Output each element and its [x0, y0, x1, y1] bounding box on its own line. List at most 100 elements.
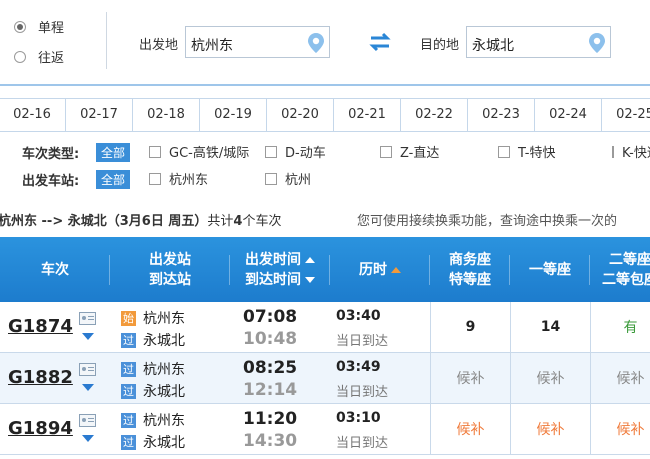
- col-duration[interactable]: 历时: [330, 237, 430, 302]
- oneway-radio[interactable]: [14, 20, 26, 33]
- date-tab[interactable]: 02-23: [468, 99, 535, 131]
- expand-down-icon[interactable]: [82, 384, 94, 391]
- roundtrip-radio-row[interactable]: 往返: [14, 47, 64, 66]
- route-text: 杭州东 --> 永城北: [0, 214, 107, 229]
- depart-time: 07:08: [243, 307, 298, 327]
- search-divider: [0, 84, 650, 86]
- business-seat-cell[interactable]: 候补: [430, 353, 510, 403]
- checkbox[interactable]: [149, 172, 161, 185]
- filter-option-t[interactable]: T-特快: [498, 142, 555, 161]
- col-time[interactable]: 出发时间 到达时间: [230, 237, 330, 302]
- from-label: 出发地: [139, 38, 179, 53]
- pass-station-tag: 过: [121, 332, 136, 348]
- filter-option-k[interactable]: K-快速: [612, 142, 650, 161]
- checkbox[interactable]: [612, 145, 614, 158]
- first-seat-cell[interactable]: 候补: [510, 404, 590, 454]
- to-station: 过永城北: [121, 432, 185, 452]
- pass-station-tag: 过: [121, 361, 136, 377]
- total-prefix: 共计: [207, 214, 234, 229]
- pass-station-tag: 过: [121, 434, 136, 450]
- station-option-hangzhou[interactable]: 杭州: [265, 169, 311, 188]
- checkbox[interactable]: [265, 145, 277, 158]
- roundtrip-radio[interactable]: [14, 50, 26, 63]
- arrive-time: 10:48: [243, 329, 298, 349]
- date-tab[interactable]: 02-19: [200, 99, 267, 131]
- train-number-link[interactable]: G1894: [8, 418, 73, 439]
- arrive-time: 14:30: [243, 431, 298, 451]
- transfer-link[interactable]: 接续换乘: [409, 214, 461, 229]
- oneway-radio-row[interactable]: 单程: [14, 17, 64, 36]
- checkbox[interactable]: [498, 145, 510, 158]
- station-filter: 出发车站: 全部 杭州东 杭州: [22, 169, 422, 189]
- business-seat-cell[interactable]: 9: [430, 302, 510, 352]
- col-second: 二等座 二等包座: [590, 237, 650, 302]
- table-row[interactable]: G1894 过杭州东 过永城北 11:20 14:30 03:10 当日到达 候…: [0, 404, 650, 455]
- date-tab[interactable]: 02-24: [535, 99, 602, 131]
- location-pin-icon[interactable]: [587, 32, 607, 54]
- from-station: 始杭州东: [121, 308, 185, 328]
- table-row[interactable]: G1874 始杭州东 过永城北 07:08 10:48 03:40 当日到达 9…: [0, 302, 650, 353]
- seat-status: 候补: [456, 371, 485, 387]
- first-seat-cell[interactable]: 候补: [510, 353, 590, 403]
- sort-up-icon[interactable]: [305, 256, 315, 263]
- date-tab[interactable]: 02-21: [334, 99, 401, 131]
- sort-up-icon[interactable]: [391, 266, 401, 273]
- start-station-tag: 始: [121, 310, 136, 326]
- expand-down-icon[interactable]: [82, 333, 94, 340]
- date-tab[interactable]: 02-18: [133, 99, 200, 131]
- date-tab[interactable]: 02-20: [267, 99, 334, 131]
- checkbox[interactable]: [380, 145, 392, 158]
- filter-option-d[interactable]: D-动车: [265, 142, 326, 161]
- station-all-button[interactable]: 全部: [96, 169, 131, 189]
- col-time-bottom[interactable]: 到达时间: [245, 272, 301, 288]
- date-tab[interactable]: 02-25: [602, 99, 650, 131]
- location-pin-icon[interactable]: [306, 32, 326, 54]
- train-type-filter: 车次类型: 全部 GC-高铁/城际 D-动车 Z-直达 T-特快 K-快速: [22, 142, 650, 162]
- station-option-label: 杭州东: [169, 173, 209, 188]
- filter-option-z[interactable]: Z-直达: [380, 142, 439, 161]
- col-second-top: 二等座: [609, 251, 650, 268]
- swap-arrows-icon[interactable]: [368, 32, 392, 52]
- station-option-hangzhoudong[interactable]: 杭州东: [149, 169, 208, 188]
- train-type-all-button[interactable]: 全部: [96, 142, 131, 162]
- from-field[interactable]: 杭州东: [185, 26, 330, 58]
- second-seat-cell[interactable]: 候补: [590, 404, 650, 454]
- table-row[interactable]: G1882 过杭州东 过永城北 08:25 12:14 03:49 当日到达 候…: [0, 353, 650, 404]
- train-number-link[interactable]: G1874: [8, 316, 73, 337]
- from-station: 过杭州东: [121, 410, 185, 430]
- to-station: 过永城北: [121, 330, 185, 350]
- sort-down-icon[interactable]: [305, 276, 315, 283]
- date-tab[interactable]: 02-17: [66, 99, 133, 131]
- col-business: 商务座 特等座: [430, 237, 510, 302]
- col-business-top: 商务座: [449, 251, 491, 268]
- date-tab[interactable]: 02-16: [0, 99, 66, 131]
- to-field[interactable]: 永城北: [466, 26, 611, 58]
- checkbox[interactable]: [265, 172, 277, 185]
- checkbox[interactable]: [149, 145, 161, 158]
- pass-station-tag: 过: [121, 412, 136, 428]
- first-seat-cell[interactable]: 14: [510, 302, 590, 352]
- second-seat-cell[interactable]: 有: [590, 302, 650, 352]
- depart-time: 11:20: [243, 409, 298, 429]
- col-duration-label[interactable]: 历时: [359, 262, 387, 278]
- filter-option-gc[interactable]: GC-高铁/城际: [149, 142, 249, 161]
- train-card-icon[interactable]: [79, 363, 96, 376]
- to-station-name: 永城北: [143, 435, 185, 451]
- second-seat-cell[interactable]: 候补: [590, 353, 650, 403]
- seat-status: 候补: [616, 371, 645, 387]
- train-card-icon[interactable]: [79, 414, 96, 427]
- seat-count: 9: [465, 319, 476, 335]
- col-time-top[interactable]: 出发时间: [245, 252, 301, 268]
- expand-down-icon[interactable]: [82, 435, 94, 442]
- train-card-icon[interactable]: [79, 312, 96, 325]
- results-table-header: 车次 出发站 到达站 出发时间 到达时间 历时 商务座 特等座 一等座 二等座 …: [0, 237, 650, 302]
- train-type-label: 车次类型:: [22, 146, 80, 162]
- date-tab[interactable]: 02-22: [401, 99, 468, 131]
- col-station-bottom: 到达站: [149, 271, 191, 288]
- from-value: 杭州东: [191, 38, 233, 54]
- filter-option-label: Z-直达: [400, 146, 440, 161]
- train-number-link[interactable]: G1882: [8, 367, 73, 388]
- business-seat-cell[interactable]: 候补: [430, 404, 510, 454]
- oneway-label: 单程: [38, 21, 65, 36]
- arrive-note: 当日到达: [336, 385, 389, 400]
